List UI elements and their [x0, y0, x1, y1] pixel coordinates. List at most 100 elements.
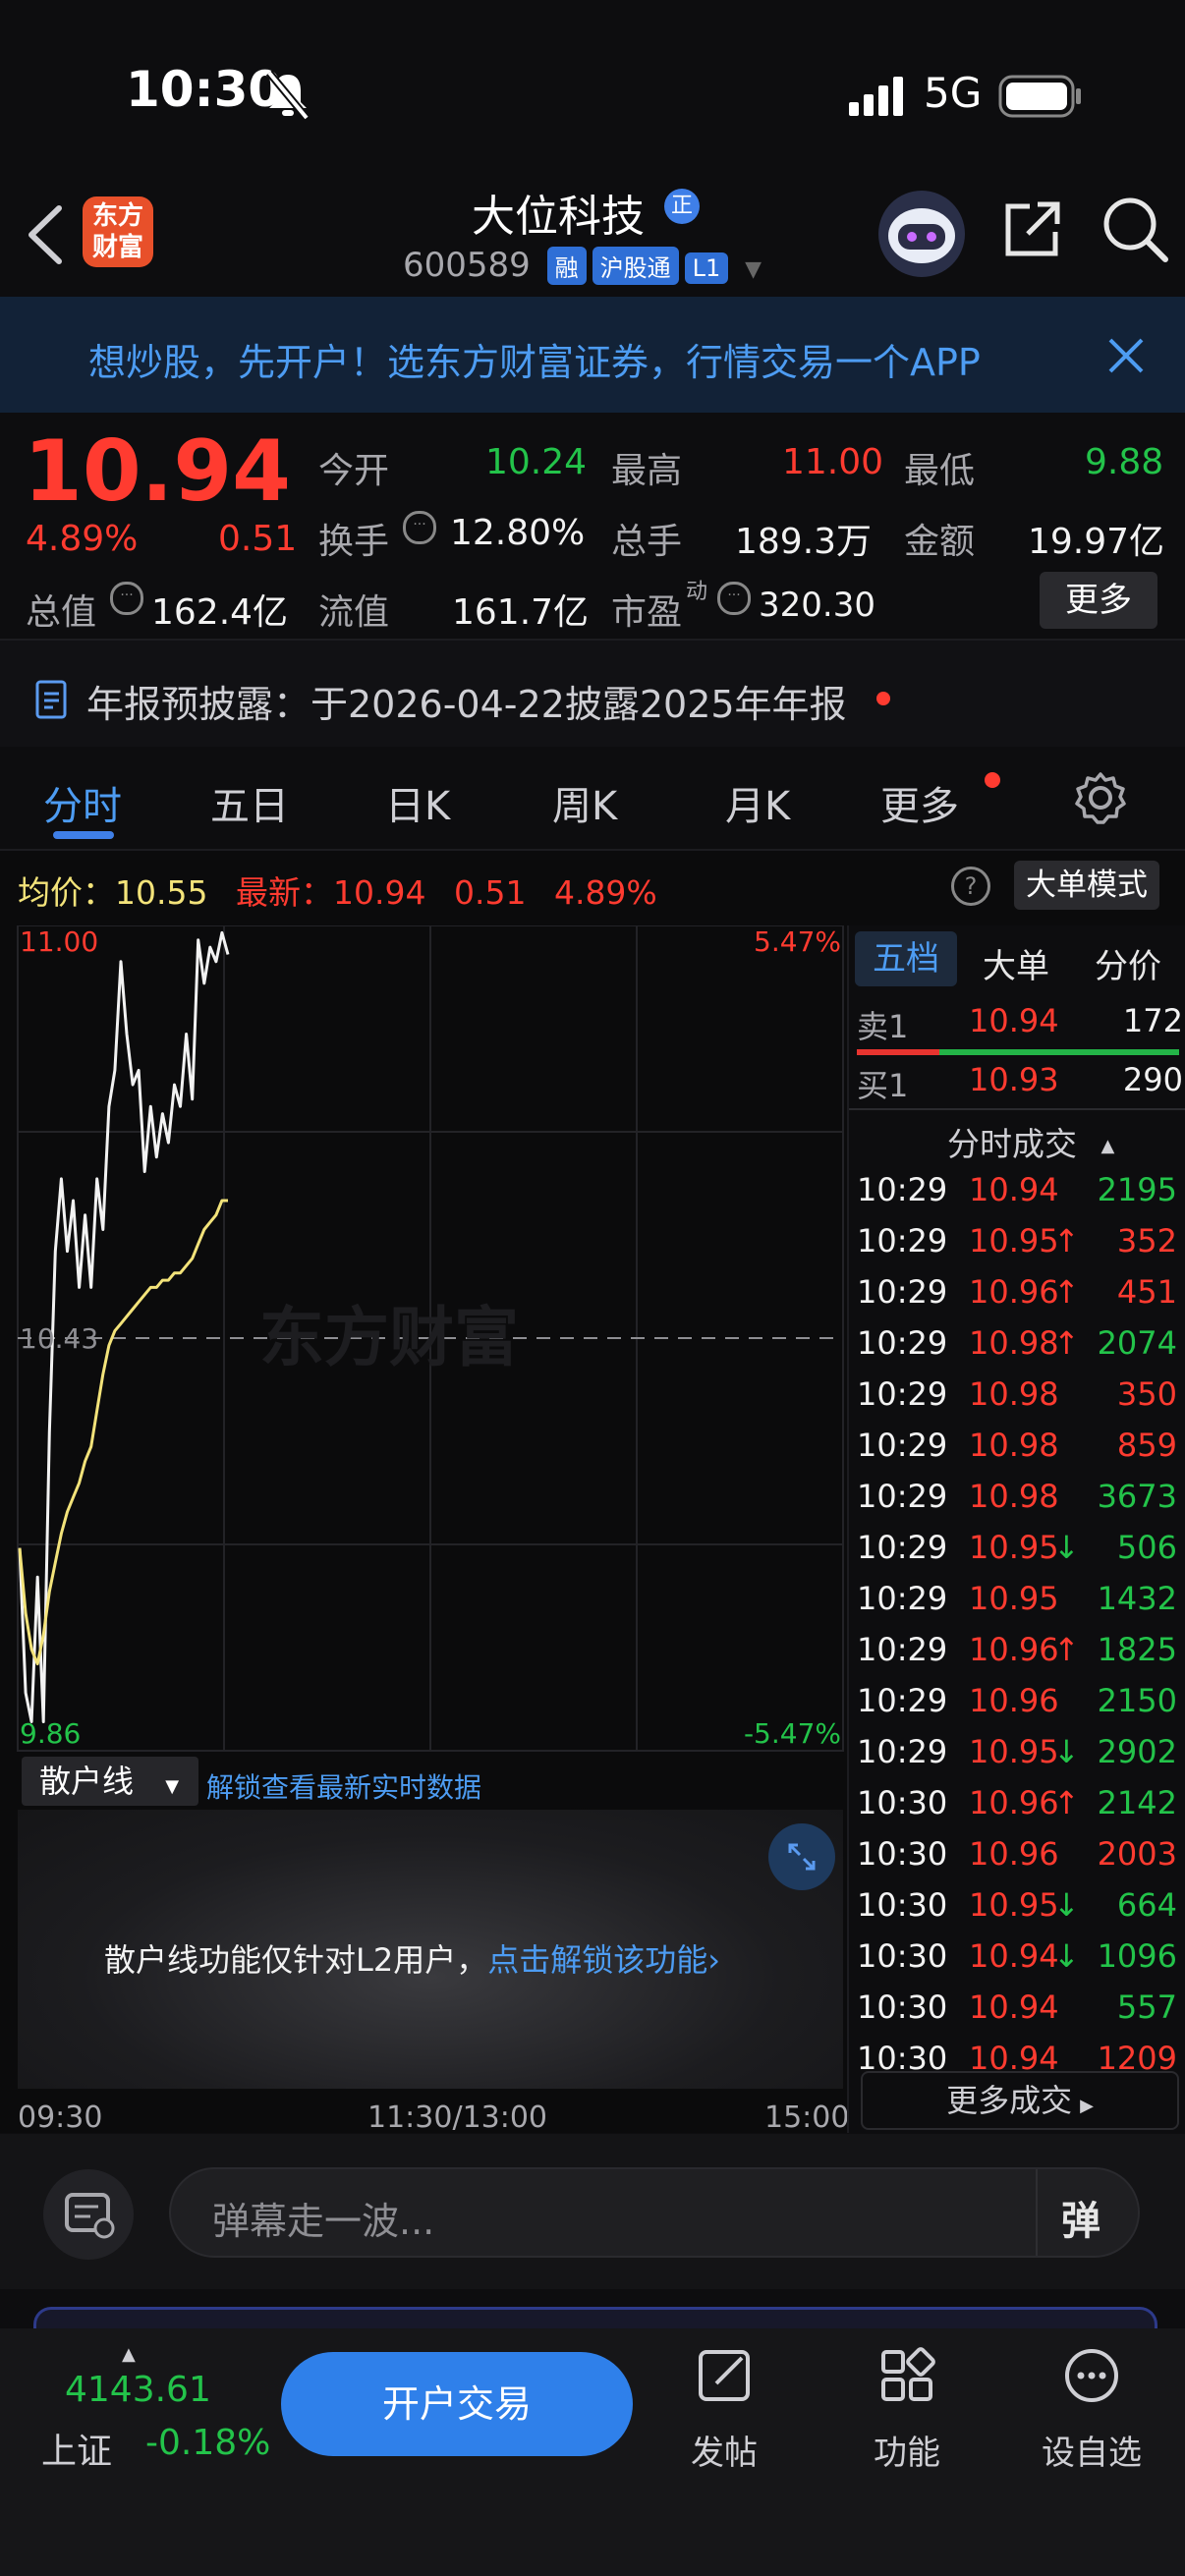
- status-time: 10:30: [126, 61, 283, 118]
- tick-row: 10:29 10.95 ↑ 352: [849, 1222, 1183, 1273]
- tick-volume: 2003: [1097, 1835, 1177, 1873]
- tab-more[interactable]: 更多: [880, 774, 959, 831]
- tick-row: 10:29 10.96 2150: [849, 1682, 1183, 1733]
- add-watchlist-button[interactable]: 设自选: [1018, 2346, 1165, 2474]
- tick-row: 10:30 10.96 ↑ 2142: [849, 1784, 1183, 1835]
- back-icon[interactable]: [24, 202, 67, 267]
- tick-time: 10:30: [857, 1784, 948, 1821]
- retail-line-dropdown[interactable]: 散户线 ▼: [22, 1757, 198, 1806]
- index-name[interactable]: 上证: [41, 2423, 112, 2474]
- index-value[interactable]: 4143.61: [65, 2370, 211, 2410]
- tick-row: 10:29 10.98 350: [849, 1375, 1183, 1427]
- avg-label: 均价：: [18, 873, 115, 912]
- tab-big-order[interactable]: 大单: [983, 939, 1049, 987]
- annual-report-notice[interactable]: 年报预披露：于2026-04-22披露2025年年报: [0, 639, 1185, 751]
- help-icon[interactable]: ?: [951, 867, 990, 906]
- tick-time: 10:30: [857, 1988, 948, 2026]
- tab-five-day[interactable]: 五日: [210, 774, 289, 831]
- tick-row: 10:30 10.94 557: [849, 1988, 1183, 2040]
- open-value: 10.24: [485, 442, 588, 482]
- unread-dot: [876, 692, 890, 705]
- unlock-feature-link[interactable]: 点击解锁该功能: [487, 1941, 707, 1979]
- info-icon[interactable]: ···: [110, 582, 143, 615]
- tab-more-dot: [985, 772, 1000, 788]
- tick-volume: 2142: [1097, 1784, 1177, 1821]
- retail-line-message: 散户线功能仅针对L2用户，点击解锁该功能›: [104, 1935, 720, 1981]
- tick-volume: 557: [1116, 1988, 1177, 2026]
- retail-line-label: 散户线: [39, 1763, 135, 1800]
- document-icon: [35, 680, 67, 719]
- chevron-up-icon: ▲: [1100, 1136, 1115, 1156]
- share-icon[interactable]: [1000, 196, 1065, 261]
- open-account-trade-button[interactable]: 开户交易: [281, 2352, 633, 2456]
- unlock-link[interactable]: 解锁查看最新实时数据: [206, 1766, 481, 1806]
- stock-code: 600589 融沪股通 L1 ▼: [403, 246, 762, 285]
- tick-volume: 1432: [1097, 1580, 1177, 1617]
- tick-volume: 2074: [1097, 1324, 1177, 1362]
- tab-daily-k[interactable]: 日K: [385, 774, 450, 831]
- app-logo: 东方 财富: [83, 196, 153, 267]
- x-label-open: 09:30: [18, 2100, 103, 2135]
- tag-margin: 融: [546, 247, 587, 285]
- gear-icon[interactable]: [1073, 770, 1128, 825]
- tick-row: 10:29 10.95 ↓ 506: [849, 1529, 1183, 1580]
- buy-1-price: 10.93: [969, 1061, 1059, 1098]
- functions-button[interactable]: 功能: [833, 2346, 981, 2474]
- chevron-down-icon[interactable]: ▼: [745, 257, 762, 282]
- tab-five-level[interactable]: 五档: [855, 931, 957, 986]
- tick-volume: 350: [1116, 1375, 1177, 1413]
- big-order-mode-button[interactable]: 大单模式: [1014, 861, 1159, 910]
- tick-price: 10.98: [969, 1324, 1059, 1362]
- functions-label: 功能: [874, 2434, 940, 2473]
- buy-1-row: 买1 10.93 290: [849, 1061, 1183, 1112]
- change-amt: 0.51: [218, 519, 298, 559]
- robot-assistant-icon[interactable]: [875, 187, 969, 281]
- tab-monthly-k[interactable]: 月K: [725, 774, 790, 831]
- close-icon[interactable]: [1106, 336, 1146, 375]
- tick-price: 10.96: [969, 1835, 1059, 1873]
- tick-row: 10:30 10.95 ↓ 664: [849, 1886, 1183, 1937]
- post-button[interactable]: 发帖: [650, 2346, 798, 2474]
- ticks-title[interactable]: 分时成交 ▲: [947, 1118, 1114, 1165]
- tick-price: 10.94: [969, 1937, 1059, 1975]
- index-pct[interactable]: -0.18%: [145, 2423, 270, 2463]
- battery-icon: [998, 75, 1081, 118]
- search-icon[interactable]: [1100, 195, 1169, 263]
- tick-volume: 2902: [1097, 1733, 1177, 1770]
- chevron-right-icon: ▶: [1080, 2096, 1094, 2116]
- comment-input[interactable]: 弹幕走一波... 弹: [169, 2167, 1140, 2258]
- info-icon[interactable]: ···: [403, 511, 436, 544]
- float-label: 流值: [318, 592, 390, 633]
- tab-weekly-k[interactable]: 周K: [552, 774, 617, 831]
- expand-icon[interactable]: [768, 1823, 835, 1890]
- chevron-right-icon: ›: [707, 1941, 721, 1979]
- comment-settings-icon[interactable]: [43, 2169, 134, 2260]
- tick-volume: 2195: [1097, 1171, 1177, 1208]
- y-label-top-pct: 5.47%: [754, 925, 841, 958]
- info-icon[interactable]: ···: [717, 582, 751, 615]
- more-button[interactable]: 更多: [1040, 572, 1157, 629]
- buy-pressure-bar: [939, 1049, 1179, 1055]
- x-label-noon: 11:30/13:00: [367, 2100, 548, 2135]
- watermark: 东方财富: [259, 1300, 519, 1375]
- tick-row: 10:29 10.98 ↑ 2074: [849, 1324, 1183, 1375]
- y-label-mid: 10.43: [20, 1322, 98, 1355]
- tick-volume: 1825: [1097, 1631, 1177, 1668]
- promo-banner[interactable]: 想炒股，先开户！选东方财富证券，行情交易一个APP: [0, 297, 1185, 413]
- tick-time: 10:29: [857, 1529, 948, 1566]
- danmu-toggle[interactable]: 弹: [1061, 2189, 1100, 2246]
- more-trades-button[interactable]: 更多成交 ▶: [861, 2071, 1179, 2130]
- edit-icon: [699, 2350, 750, 2401]
- tick-price: 10.98: [969, 1478, 1059, 1515]
- tab-intraday[interactable]: 分时: [43, 774, 122, 831]
- tick-volume: 1096: [1097, 1937, 1177, 1975]
- tick-time: 10:29: [857, 1478, 948, 1515]
- float-value: 161.7亿: [452, 592, 590, 633]
- divider: [1036, 2169, 1038, 2256]
- tag-level: L1: [684, 252, 729, 284]
- y-label-bottom: 9.86: [20, 1717, 81, 1750]
- tab-price-dist[interactable]: 分价: [1095, 939, 1161, 987]
- chevron-up-icon[interactable]: ▲: [122, 2344, 136, 2365]
- comment-bar: 弹幕走一波... 弹: [0, 2134, 1185, 2289]
- high-label: 最高: [611, 451, 683, 491]
